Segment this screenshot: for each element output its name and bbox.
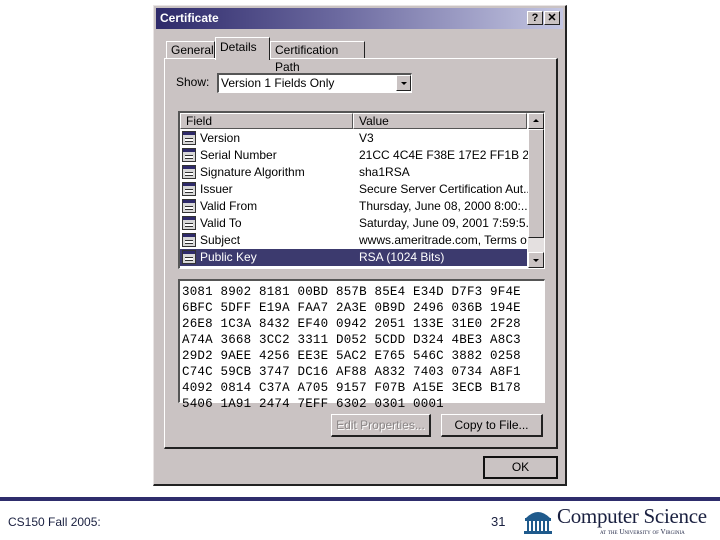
certificate-field-icon bbox=[182, 131, 196, 145]
row-field-name: Valid From bbox=[200, 199, 258, 213]
hex-line: A74A 3668 3CC2 3311 D052 5CDD D324 4BE3 … bbox=[182, 333, 521, 347]
copy-to-file-button[interactable]: Copy to File... bbox=[441, 414, 543, 437]
scroll-down-button[interactable] bbox=[528, 252, 544, 268]
footer-divider bbox=[0, 497, 720, 501]
tab-details[interactable]: Details bbox=[215, 37, 270, 60]
row-field-value: Saturday, June 09, 2001 7:59:5... bbox=[359, 216, 536, 230]
list-row[interactable]: Valid From Thursday, June 08, 2000 8:00:.… bbox=[180, 198, 531, 215]
title-bar[interactable]: Certificate ? ✕ bbox=[156, 8, 563, 29]
row-field-value: Secure Server Certification Aut... bbox=[359, 182, 534, 196]
list-row[interactable]: Version V3 bbox=[180, 130, 527, 147]
rotunda-logo-icon bbox=[524, 512, 552, 534]
hex-line: 26E8 1C3A 8432 EF40 0942 2051 133E 31E0 … bbox=[182, 317, 521, 331]
hex-line: 5406 1A91 2474 7EFF 6302 0301 0001 bbox=[182, 397, 444, 411]
logo-subtitle: at the University of Virginia bbox=[600, 528, 685, 536]
list-header: Field Value bbox=[180, 113, 527, 129]
hex-line: C74C 59CB 3747 DC16 AF88 A832 7403 0734 … bbox=[182, 365, 521, 379]
certificate-dialog: Certificate ? ✕ General Details Certific… bbox=[153, 5, 567, 486]
arrow-up-icon bbox=[533, 119, 539, 122]
list-row[interactable]: Issuer Secure Server Certification Aut... bbox=[180, 181, 533, 198]
page-number: 31 bbox=[491, 514, 506, 529]
row-field-value: sha1RSA bbox=[359, 165, 410, 179]
help-button[interactable]: ? bbox=[527, 11, 543, 25]
row-field-name: Serial Number bbox=[200, 148, 277, 162]
row-field-name: Public Key bbox=[200, 250, 257, 264]
row-field-name: Subject bbox=[200, 233, 241, 247]
row-field-value: V3 bbox=[359, 131, 374, 145]
list-row[interactable]: Public Key RSA (1024 Bits) bbox=[180, 249, 527, 266]
row-field-value: wwws.ameritrade.com, Terms o... bbox=[359, 233, 537, 247]
row-field-value: Thursday, June 08, 2000 8:00:... bbox=[359, 199, 531, 213]
hex-line: 4092 0814 C37A A705 9157 F07B A15E 3ECB … bbox=[182, 381, 521, 395]
row-field-name: Valid To bbox=[200, 216, 242, 230]
certificate-field-icon bbox=[182, 216, 196, 230]
tab-general[interactable]: General bbox=[166, 41, 215, 59]
certificate-field-icon bbox=[182, 165, 196, 179]
row-field-value: RSA (1024 Bits) bbox=[359, 250, 445, 264]
tab-certification-path[interactable]: Certification Path bbox=[270, 41, 365, 74]
hex-line: 29D2 9AEE 4256 EE3E 5AC2 E765 546C 3882 … bbox=[182, 349, 521, 363]
show-dropdown[interactable]: Version 1 Fields Only bbox=[217, 73, 412, 93]
ok-button[interactable]: OK bbox=[483, 456, 558, 479]
hex-lines: 3081 8902 8181 00BD 857B 85E4 E34D D7F3 … bbox=[180, 284, 521, 412]
scroll-thumb[interactable] bbox=[528, 129, 544, 238]
logo-title: Computer Science bbox=[557, 504, 707, 528]
hex-line: 3081 8902 8181 00BD 857B 85E4 E34D D7F3 … bbox=[182, 285, 521, 299]
certificate-field-icon bbox=[182, 199, 196, 213]
certificate-field-icon bbox=[182, 250, 196, 264]
list-row[interactable]: Serial Number 21CC 4C4E F38E 17E2 FF1B 2.… bbox=[180, 147, 539, 164]
close-button[interactable]: ✕ bbox=[544, 11, 560, 25]
certificate-field-icon bbox=[182, 233, 196, 247]
list-row[interactable]: Signature Algorithm sha1RSA bbox=[180, 164, 527, 181]
scroll-up-button[interactable] bbox=[528, 113, 544, 129]
list-rows: Version V3 Serial Number 21CC 4C4E F38E 17E… bbox=[180, 130, 539, 266]
row-field-name: Issuer bbox=[200, 182, 233, 196]
show-selected-value: Version 1 Fields Only bbox=[221, 76, 335, 90]
hex-line: 6BFC 5DFF E19A FAA7 2A3E 0B9D 2496 036B … bbox=[182, 301, 521, 315]
fields-list[interactable]: Field Value Version V3 Serial Number 21CC 4… bbox=[178, 111, 545, 269]
column-header-field[interactable]: Field bbox=[180, 113, 353, 129]
list-row[interactable]: Valid To Saturday, June 09, 2001 7:59:5..… bbox=[180, 215, 536, 232]
certificate-field-icon bbox=[182, 148, 196, 162]
column-header-value[interactable]: Value bbox=[353, 113, 527, 129]
row-field-name: Signature Algorithm bbox=[200, 165, 305, 179]
chevron-down-icon bbox=[401, 82, 407, 85]
row-field-value: 21CC 4C4E F38E 17E2 FF1B 2... bbox=[359, 148, 540, 162]
edit-properties-button[interactable]: Edit Properties... bbox=[331, 414, 431, 437]
arrow-down-icon bbox=[533, 259, 539, 262]
list-row[interactable]: Subject wwws.ameritrade.com, Terms o... bbox=[180, 232, 537, 249]
vertical-scrollbar[interactable] bbox=[528, 113, 544, 268]
row-field-name: Version bbox=[200, 131, 241, 145]
value-detail-box[interactable]: 3081 8902 8181 00BD 857B 85E4 E34D D7F3 … bbox=[178, 279, 545, 411]
footer-course: CS150 Fall 2005: bbox=[8, 515, 101, 529]
details-panel: Show: Version 1 Fields Only Field Value … bbox=[164, 58, 558, 449]
dropdown-button[interactable] bbox=[396, 75, 411, 91]
show-label: Show: bbox=[176, 75, 210, 89]
certificate-field-icon bbox=[182, 182, 196, 196]
window-title: Certificate bbox=[160, 11, 219, 25]
